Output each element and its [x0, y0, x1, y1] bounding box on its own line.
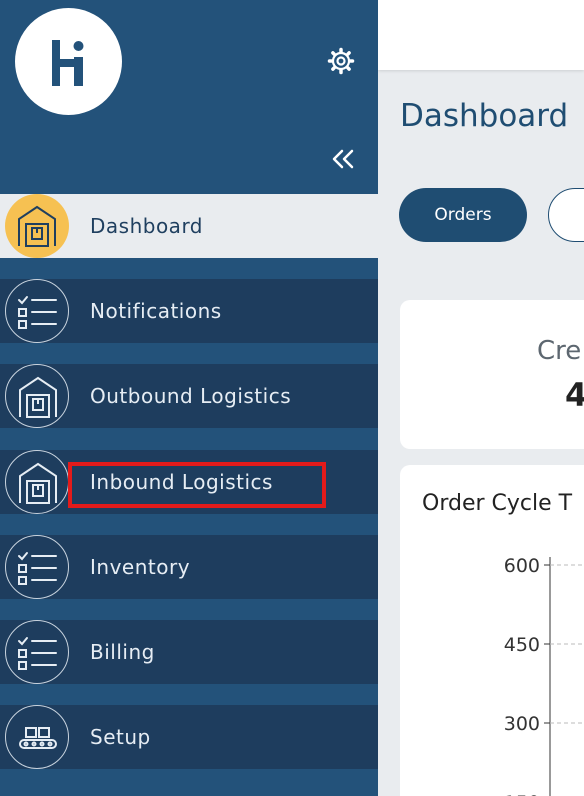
sidebar-item-outbound-logistics[interactable]: Outbound Logistics: [0, 364, 378, 428]
sidebar-item-label: Outbound Logistics: [90, 384, 292, 408]
summary-card: Cre 4: [400, 300, 584, 449]
y-tick-label: 600: [504, 555, 540, 577]
brand-logo[interactable]: [15, 8, 122, 115]
settings-gear-icon[interactable]: [326, 46, 356, 76]
y-tick-label: 450: [504, 634, 540, 656]
chart-card: Order Cycle T 600450300150: [400, 465, 584, 796]
sidebar-item-dashboard[interactable]: Dashboard: [0, 194, 378, 258]
hi-logo-icon: [52, 40, 84, 86]
top-bar: [378, 0, 584, 70]
warehouse-icon: [5, 194, 69, 258]
sidebar-item-label: Inventory: [90, 555, 191, 579]
sidebar-item-notifications[interactable]: Notifications: [0, 279, 378, 343]
sidebar-item-label: Billing: [90, 640, 155, 664]
page-title: Dashboard: [400, 98, 569, 134]
sidebar: Dashboard Notifications Outbound Logisti…: [0, 0, 378, 796]
app-window: Dashboard Notifications Outbound Logisti…: [0, 0, 584, 796]
order-cycle-chart: 600 450 300 150: [504, 555, 584, 796]
tab-orders[interactable]: Orders: [399, 188, 527, 242]
sidebar-item-inbound-logistics[interactable]: Inbound Logistics: [0, 450, 378, 514]
sidebar-item-label: Inbound Logistics: [90, 470, 273, 494]
sidebar-item-label: Dashboard: [90, 214, 204, 238]
checklist-icon: [5, 535, 69, 599]
summary-card-caption: Cre: [537, 336, 582, 366]
sidebar-item-inventory[interactable]: Inventory: [0, 535, 378, 599]
collapse-sidebar-icon[interactable]: [330, 144, 358, 174]
sidebar-item-setup[interactable]: Setup: [0, 705, 378, 769]
tab-secondary[interactable]: [548, 188, 584, 242]
summary-card-value: 4: [565, 376, 584, 414]
checklist-icon: [5, 620, 69, 684]
warehouse-icon: [5, 364, 69, 428]
warehouse-icon: [5, 450, 69, 514]
y-tick-label: 150: [504, 792, 540, 796]
sidebar-item-label: Notifications: [90, 299, 222, 323]
sidebar-item-label: Setup: [90, 725, 151, 749]
main-content: Dashboard Orders Cre 4 Order Cycle T 600…: [378, 0, 584, 796]
conveyor-icon: [5, 705, 69, 769]
y-tick-label: 300: [504, 713, 540, 735]
checklist-icon: [5, 279, 69, 343]
sidebar-item-billing[interactable]: Billing: [0, 620, 378, 684]
